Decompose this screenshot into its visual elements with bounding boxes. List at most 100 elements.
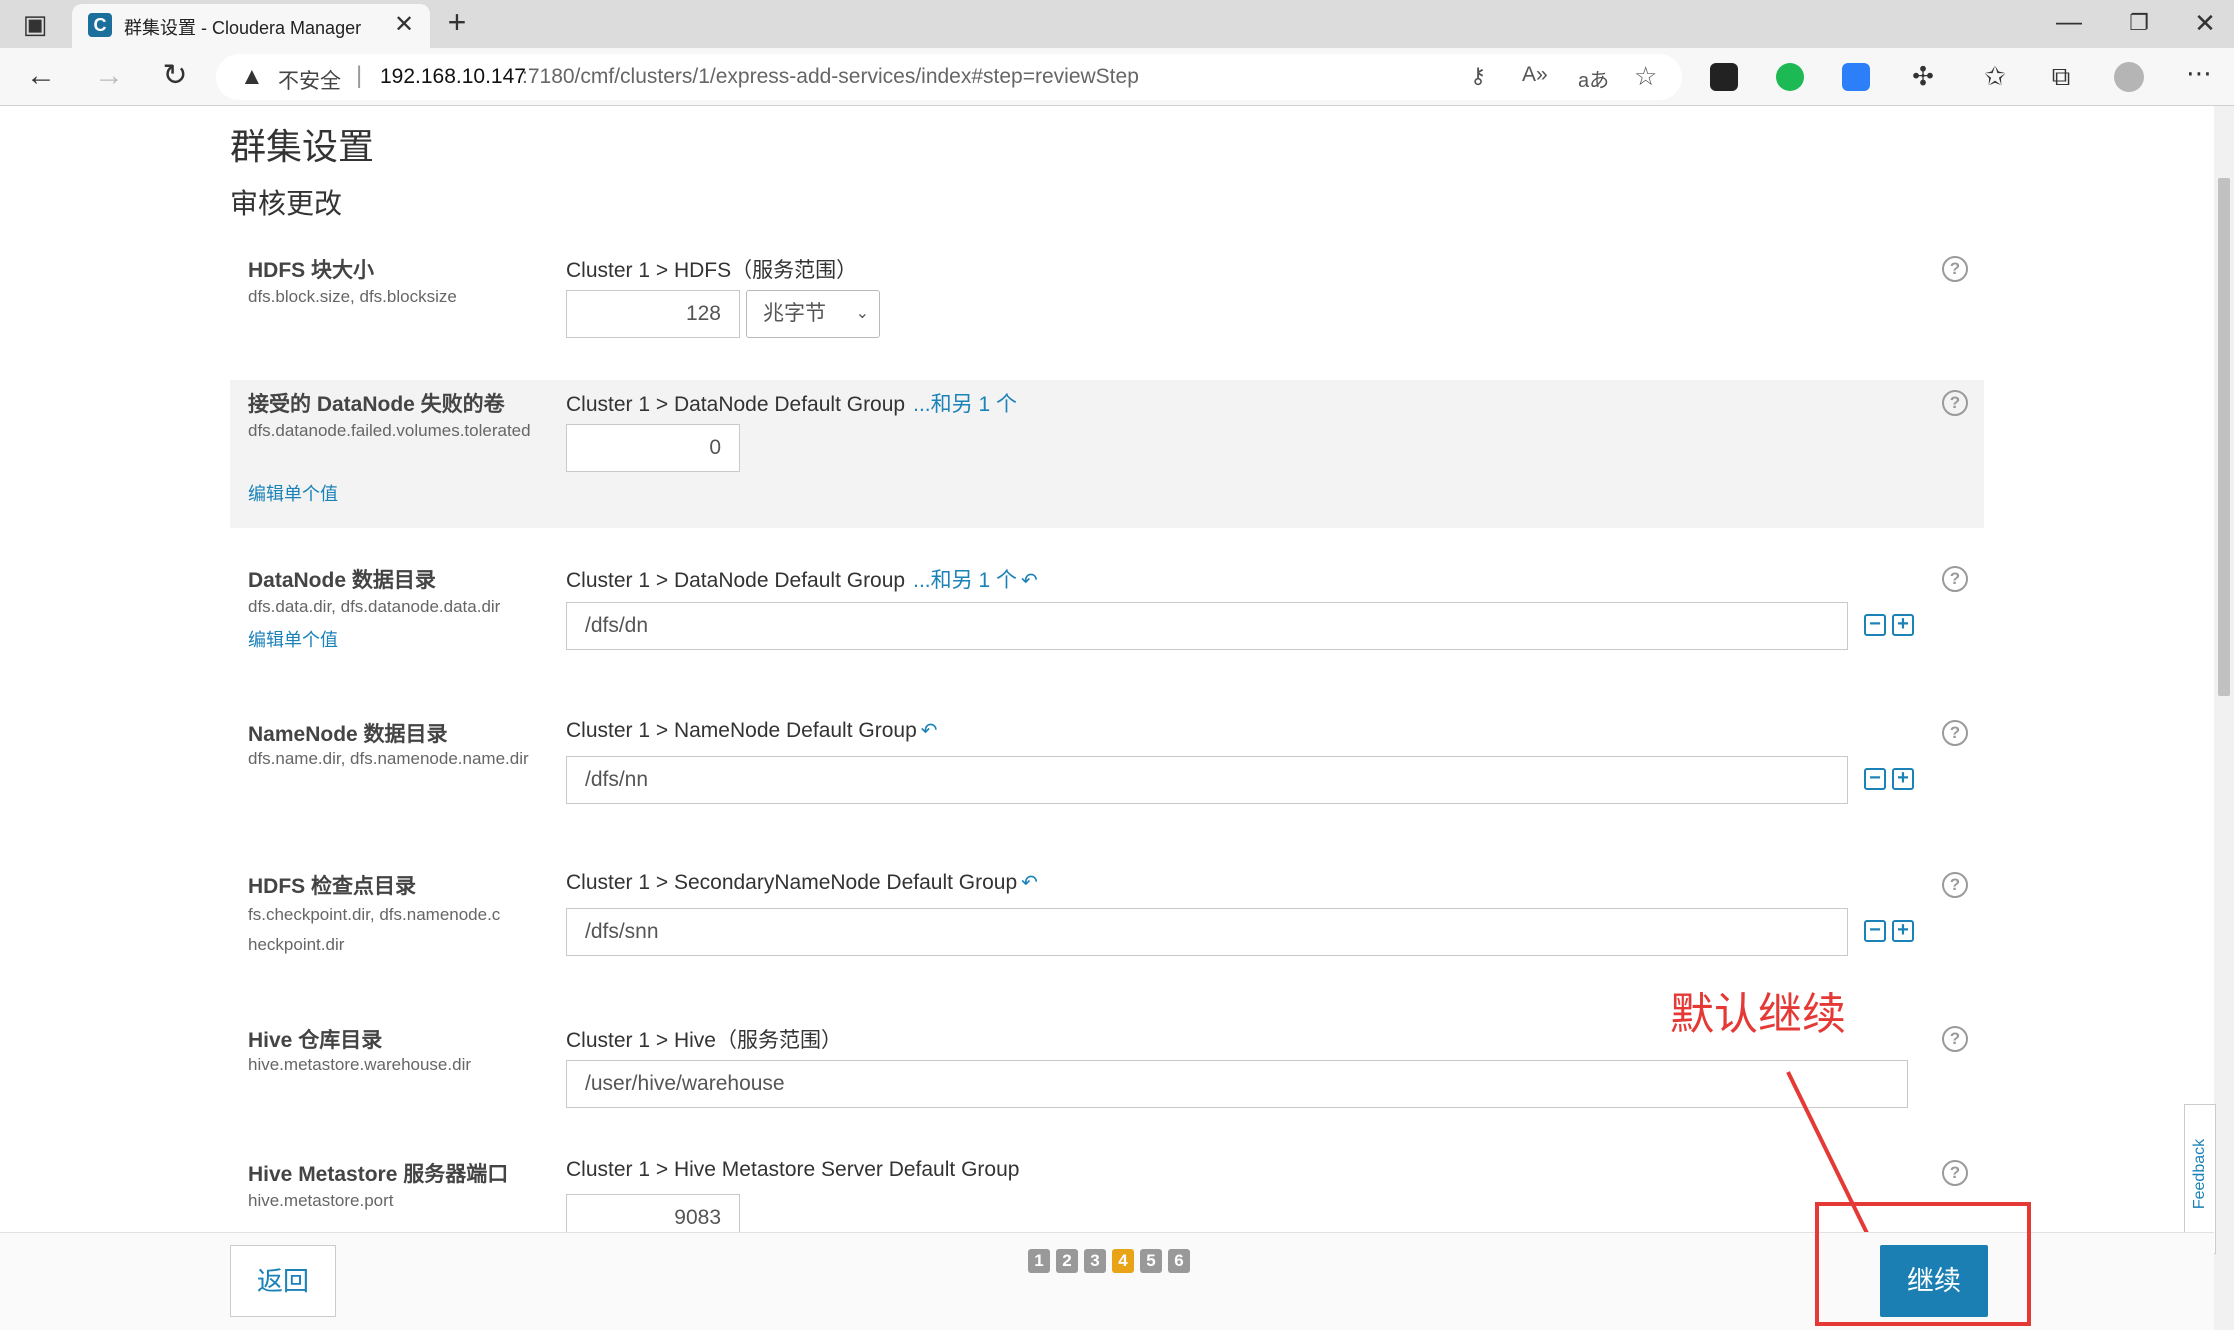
metastore-port-scope: Cluster 1 > Hive Metastore Server Defaul… <box>566 1158 1020 1181</box>
help-icon[interactable]: ? <box>1942 256 1968 282</box>
back-arrow-icon[interactable]: ← <box>24 61 58 91</box>
help-icon[interactable]: ? <box>1942 1160 1968 1186</box>
remove-icon[interactable]: − <box>1864 920 1886 942</box>
step-3[interactable]: 3 <box>1084 1249 1106 1273</box>
failed-volumes-scope: Cluster 1 > DataNode Default Group ...和另 … <box>566 388 1017 418</box>
help-icon[interactable]: ? <box>1942 1026 1968 1052</box>
hive-warehouse-input[interactable]: /user/hive/warehouse <box>566 1060 1908 1108</box>
extension-blue-icon[interactable] <box>1842 63 1870 91</box>
read-aloud-icon[interactable]: A» <box>1522 63 1548 87</box>
step-2[interactable]: 2 <box>1056 1249 1078 1273</box>
insecure-label: 不安全 <box>278 70 341 93</box>
checkpoint-dir-key: fs.checkpoint.dir, dfs.namenode.checkpoi… <box>248 905 501 954</box>
tab-title: 群集设置 - Cloudera Manager <box>124 18 362 38</box>
add-icon[interactable]: + <box>1892 768 1914 790</box>
block-size-label: HDFS 块大小 <box>248 259 374 282</box>
undo-icon[interactable]: ↶ <box>1021 872 1038 894</box>
back-button[interactable]: 返回 <box>230 1245 336 1317</box>
help-icon[interactable]: ? <box>1942 390 1968 416</box>
datanode-dir-more-link[interactable]: ...和另 1 个 <box>913 569 1017 592</box>
key-icon[interactable]: ⚷ <box>1470 63 1486 89</box>
add-icon[interactable]: + <box>1892 614 1914 636</box>
remove-icon[interactable]: − <box>1864 768 1886 790</box>
tab-close-icon[interactable]: ✕ <box>394 10 414 39</box>
vertical-scrollbar[interactable] <box>2214 106 2234 1330</box>
checkpoint-dir-scope-text: Cluster 1 > SecondaryNameNode Default Gr… <box>566 871 1018 894</box>
url-host: 192.168.10.147 <box>380 65 526 88</box>
block-size-unit-select[interactable]: 兆字节 ⌄ <box>746 290 880 338</box>
namenode-dir-scope: Cluster 1 > NameNode Default Group ↶ <box>566 718 938 743</box>
cloudera-favicon-icon: C <box>88 13 112 37</box>
restore-icon[interactable]: ❐ <box>2122 8 2156 38</box>
edit-individual-link[interactable]: 编辑单个值 <box>248 480 338 506</box>
step-4-active[interactable]: 4 <box>1112 1249 1134 1273</box>
address-separator: | <box>356 62 363 89</box>
step-6[interactable]: 6 <box>1168 1249 1190 1273</box>
favorite-add-icon[interactable]: ☆ <box>1634 61 1657 92</box>
annotation-arrow <box>1786 1071 1869 1232</box>
failed-volumes-input[interactable]: 0 <box>566 424 740 472</box>
profile-avatar[interactable] <box>2114 62 2144 92</box>
feedback-label: Feedback <box>2191 1138 2208 1210</box>
help-icon[interactable]: ? <box>1942 566 1968 592</box>
undo-icon[interactable]: ↶ <box>921 720 938 742</box>
datanode-dir-scope: Cluster 1 > DataNode Default Group ...和另 … <box>566 564 1038 594</box>
more-menu-icon[interactable]: ⋯ <box>2182 58 2216 88</box>
minimize-icon[interactable]: — <box>2052 6 2086 36</box>
step-1[interactable]: 1 <box>1028 1249 1050 1273</box>
url-path: :7180/cmf/clusters/1/express-add-service… <box>522 65 1139 88</box>
failed-volumes-scope-text: Cluster 1 > DataNode Default Group <box>566 393 906 416</box>
block-size-key: dfs.block.size, dfs.blocksize <box>248 287 457 306</box>
failed-volumes-label: 接受的 DataNode 失败的卷 <box>248 393 505 416</box>
hive-warehouse-key: hive.metastore.warehouse.dir <box>248 1055 472 1074</box>
refresh-icon[interactable]: ↻ <box>158 61 192 91</box>
extension-a-icon[interactable] <box>1710 63 1738 91</box>
remove-icon[interactable]: − <box>1864 614 1886 636</box>
block-size-input[interactable]: 128 <box>566 290 740 338</box>
annotation-highlight-box <box>1815 1202 2031 1326</box>
step-5[interactable]: 5 <box>1140 1249 1162 1273</box>
hive-warehouse-scope: Cluster 1 > Hive（服务范围） <box>566 1029 842 1052</box>
datanode-dir-label: DataNode 数据目录 <box>248 569 436 592</box>
collections-icon[interactable]: ⧉ <box>2044 61 2078 91</box>
translate-icon[interactable]: aあ <box>1578 64 1609 93</box>
failed-volumes-more-link[interactable]: ...和另 1 个 <box>913 393 1017 416</box>
page-subtitle: 审核更改 <box>230 188 343 219</box>
help-icon[interactable]: ? <box>1942 720 1968 746</box>
browser-toolbar: ← → ↻ ▲ 不安全 | 192.168.10.147 :7180/cmf/c… <box>0 48 2234 106</box>
metastore-port-input[interactable]: 9083 <box>566 1194 740 1232</box>
forward-arrow-icon[interactable]: → <box>92 61 126 91</box>
browser-tab[interactable]: C 群集设置 - Cloudera Manager ✕ <box>72 4 430 48</box>
extension-green-icon[interactable] <box>1776 63 1804 91</box>
help-icon[interactable]: ? <box>1942 872 1968 898</box>
add-icon[interactable]: + <box>1892 920 1914 942</box>
favorites-icon[interactable]: ✩ <box>1978 61 2012 91</box>
metastore-port-key: hive.metastore.port <box>248 1191 394 1210</box>
block-size-unit-value: 兆字节 <box>763 302 826 325</box>
datanode-dir-scope-text: Cluster 1 > DataNode Default Group <box>566 569 906 592</box>
datanode-dir-input[interactable]: /dfs/dn <box>566 602 1848 650</box>
page-title: 群集设置 <box>230 126 375 167</box>
checkpoint-dir-input[interactable]: /dfs/snn <box>566 908 1848 956</box>
page-content: 群集设置 审核更改 HDFS 块大小 dfs.block.size, dfs.b… <box>0 106 2214 1232</box>
checkpoint-dir-scope: Cluster 1 > SecondaryNameNode Default Gr… <box>566 870 1038 895</box>
checkpoint-dir-label: HDFS 检查点目录 <box>248 875 416 898</box>
extensions-puzzle-icon[interactable]: ✣ <box>1906 61 1940 91</box>
namenode-dir-key: dfs.name.dir, dfs.namenode.name.dir <box>248 749 529 768</box>
new-tab-icon[interactable]: + <box>440 6 474 38</box>
namenode-dir-input[interactable]: /dfs/nn <box>566 756 1848 804</box>
failed-volumes-key: dfs.datanode.failed.volumes.tolerated <box>248 421 531 440</box>
block-size-scope: Cluster 1 > HDFS（服务范围） <box>566 259 858 282</box>
scrollbar-thumb[interactable] <box>2218 178 2230 696</box>
undo-icon[interactable]: ↶ <box>1021 570 1038 592</box>
metastore-port-label: Hive Metastore 服务器端口 <box>248 1163 509 1186</box>
namenode-dir-scope-text: Cluster 1 > NameNode Default Group <box>566 719 917 742</box>
warning-icon: ▲ <box>240 63 264 90</box>
tab-actions-icon[interactable]: ▣ <box>18 9 52 39</box>
datanode-dir-key: dfs.data.dir, dfs.datanode.data.dir <box>248 597 501 616</box>
edit-individual-link[interactable]: 编辑单个值 <box>248 626 338 652</box>
chevron-down-icon: ⌄ <box>855 305 869 322</box>
browser-tab-bar: ▣ C 群集设置 - Cloudera Manager ✕ + — ❐ ✕ <box>0 0 2234 48</box>
close-window-icon[interactable]: ✕ <box>2188 8 2222 38</box>
address-bar[interactable]: ▲ 不安全 | 192.168.10.147 :7180/cmf/cluster… <box>216 54 1682 100</box>
